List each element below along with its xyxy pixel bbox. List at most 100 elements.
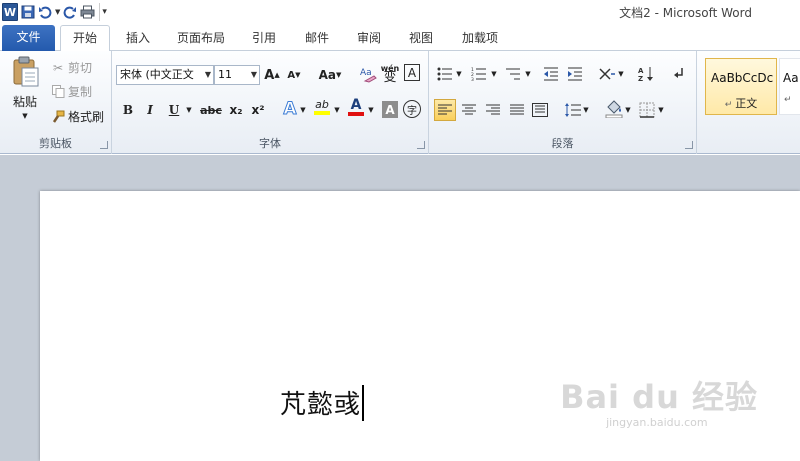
style-no-spacing[interactable]: Aa ↵ xyxy=(779,58,800,115)
text-effects-button[interactable]: A xyxy=(280,99,300,120)
tab-review[interactable]: 审阅 xyxy=(348,26,390,51)
font-size-dropdown-icon[interactable]: ▼ xyxy=(251,66,257,84)
borders-button[interactable] xyxy=(637,100,657,120)
align-right-button[interactable] xyxy=(483,100,503,120)
subscript-icon: x₂ xyxy=(229,103,243,117)
line-spacing-dropdown-icon[interactable]: ▼ xyxy=(581,100,591,120)
change-case-icon: Aa xyxy=(318,68,336,82)
justify-button[interactable] xyxy=(507,100,527,120)
quick-access-toolbar: W ▼ ▾ xyxy=(2,2,110,22)
highlight-button[interactable]: ab xyxy=(312,97,332,117)
superscript-button[interactable]: x² xyxy=(248,100,268,120)
font-dialog-launcher-icon[interactable] xyxy=(417,141,425,149)
tab-home[interactable]: 开始 xyxy=(60,25,110,51)
increase-indent-button[interactable] xyxy=(565,64,585,84)
shading-button[interactable] xyxy=(604,99,624,119)
bullets-button[interactable] xyxy=(435,64,455,84)
clear-formatting-button[interactable]: Aa xyxy=(358,64,378,84)
text-caret xyxy=(362,385,365,421)
paragraph-dialog-launcher-icon[interactable] xyxy=(685,141,693,149)
paste-button[interactable]: 粘贴 ▼ xyxy=(6,56,44,120)
format-painter-icon xyxy=(50,110,66,124)
highlight-icon: ab xyxy=(315,98,329,111)
decrease-indent-button[interactable] xyxy=(541,64,561,84)
highlight-dropdown-icon[interactable]: ▼ xyxy=(332,100,342,120)
enclose-characters-button[interactable]: 字 xyxy=(403,100,421,118)
strikethrough-button[interactable]: abc xyxy=(200,100,222,120)
font-color-bar xyxy=(348,112,364,116)
chinese-layout-dropdown-icon[interactable]: ▼ xyxy=(616,64,626,84)
tab-insert[interactable]: 插入 xyxy=(116,26,160,51)
font-name-dropdown-icon[interactable]: ▼ xyxy=(205,66,211,84)
bullets-dropdown-icon[interactable]: ▼ xyxy=(454,64,464,84)
word-logo-icon[interactable]: W xyxy=(2,3,18,21)
phonetic-guide-button[interactable]: wén 变 xyxy=(380,63,400,85)
style-normal-label: 正文 xyxy=(735,97,758,110)
paste-dropdown-icon[interactable]: ▼ xyxy=(22,112,27,120)
multilevel-list-button[interactable] xyxy=(503,64,523,84)
align-left-button[interactable] xyxy=(434,99,456,121)
numbering-button[interactable]: 123 xyxy=(469,64,489,84)
character-border-button[interactable]: A xyxy=(404,64,420,81)
show-formatting-marks-button[interactable] xyxy=(669,64,689,84)
change-case-button[interactable]: Aa ▼ xyxy=(316,65,344,85)
clipboard-dialog-launcher-icon[interactable] xyxy=(100,141,108,149)
multilevel-list-dropdown-icon[interactable]: ▼ xyxy=(523,64,533,84)
tab-references[interactable]: 引用 xyxy=(244,26,284,51)
borders-dropdown-icon[interactable]: ▼ xyxy=(656,100,666,120)
font-color-icon: A xyxy=(350,97,362,113)
tab-mailings[interactable]: 邮件 xyxy=(296,26,338,51)
text-effects-dropdown-icon[interactable]: ▼ xyxy=(298,100,308,120)
style-normal-preview: AaBbCcDc xyxy=(711,71,774,85)
chinese-layout-icon xyxy=(599,68,615,80)
copy-button[interactable]: 复制 xyxy=(50,83,92,100)
shrink-font-button[interactable]: A ▼ xyxy=(284,65,304,85)
numbering-dropdown-icon[interactable]: ▼ xyxy=(489,64,499,84)
italic-button[interactable]: I xyxy=(140,100,160,120)
shading-dropdown-icon[interactable]: ▼ xyxy=(623,100,633,120)
underline-button[interactable]: U xyxy=(164,100,184,120)
distributed-icon xyxy=(532,103,548,117)
chinese-layout-button[interactable] xyxy=(597,64,617,84)
subscript-button[interactable]: x₂ xyxy=(226,100,246,120)
strikethrough-icon: abc xyxy=(200,103,222,117)
document-text[interactable]: 芃懿彧 xyxy=(280,384,365,421)
paragraph-group: ▼ 123 ▼ ▼ ▼ AZ ▼ ▼ ▼ 段落 xyxy=(429,51,697,154)
font-color-button[interactable]: A xyxy=(346,97,366,117)
borders-icon xyxy=(639,102,655,118)
line-spacing-button[interactable] xyxy=(563,100,583,120)
font-color-dropdown-icon[interactable]: ▼ xyxy=(366,100,376,120)
customize-qat-icon[interactable]: ▾ xyxy=(99,3,107,21)
bold-button[interactable]: B xyxy=(118,100,138,120)
format-painter-button[interactable]: 格式刷 xyxy=(50,108,104,125)
character-shading-button[interactable]: A xyxy=(382,101,398,118)
tab-view[interactable]: 视图 xyxy=(400,26,442,51)
cut-button[interactable]: ✂ 剪切 xyxy=(50,59,92,76)
clipboard-group: 粘贴 ▼ ✂ 剪切 复制 格式刷 剪贴板 xyxy=(0,51,112,154)
svg-text:A: A xyxy=(638,67,644,75)
character-border-icon: A xyxy=(407,65,417,80)
font-name-combo[interactable]: 宋体 (中文正文 ▼ xyxy=(116,65,214,85)
save-icon[interactable] xyxy=(21,3,35,21)
ribbon-home: 粘贴 ▼ ✂ 剪切 复制 格式刷 剪贴板 宋体 (中文正文 ▼ 11 ▼ A ▲… xyxy=(0,51,800,154)
grow-font-button[interactable]: A ▲ xyxy=(262,65,282,85)
redo-icon[interactable] xyxy=(63,3,77,21)
font-group: 宋体 (中文正文 ▼ 11 ▼ A ▲ A ▼ Aa ▼ Aa wén 变 A B I… xyxy=(112,51,429,154)
distributed-button[interactable] xyxy=(530,100,550,120)
font-size-combo[interactable]: 11 ▼ xyxy=(214,65,260,85)
font-name-value: 宋体 (中文正文 xyxy=(120,68,194,81)
undo-dropdown-icon[interactable]: ▼ xyxy=(55,3,60,21)
align-center-button[interactable] xyxy=(459,100,479,120)
underline-dropdown-icon[interactable]: ▼ xyxy=(184,100,194,120)
phonetic-char: 变 xyxy=(383,70,397,85)
text-effects-icon: A xyxy=(283,99,297,120)
undo-icon[interactable] xyxy=(38,3,52,21)
tab-file[interactable]: 文件 xyxy=(2,25,55,51)
format-painter-label: 格式刷 xyxy=(68,110,105,124)
print-preview-icon[interactable] xyxy=(80,3,96,21)
sort-button[interactable]: AZ xyxy=(637,64,657,84)
tab-add-ins[interactable]: 加载项 xyxy=(452,26,508,51)
justify-icon xyxy=(510,104,524,115)
style-normal[interactable]: AaBbCcDc ↵ 正文 xyxy=(705,58,777,115)
tab-page-layout[interactable]: 页面布局 xyxy=(168,26,234,51)
